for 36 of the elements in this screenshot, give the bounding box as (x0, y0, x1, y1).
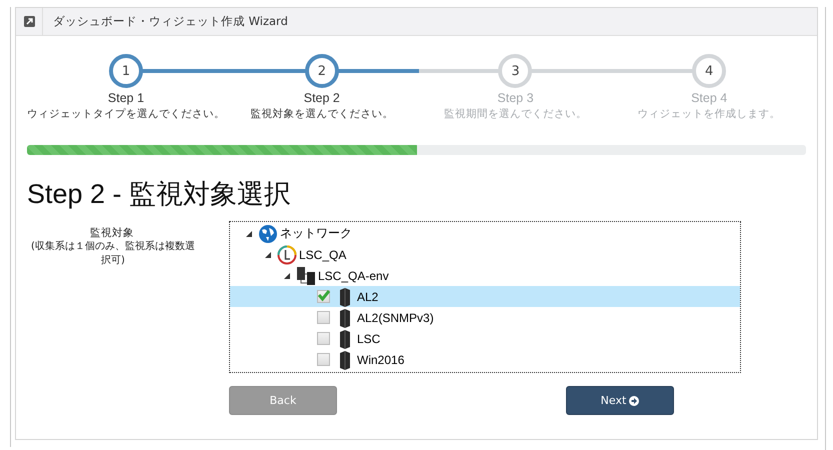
next-button[interactable]: Next (566, 386, 674, 415)
tree-row[interactable]: AL2(SNMPv3) (230, 307, 740, 328)
checkbox[interactable] (317, 332, 330, 345)
arrow-right-icon (629, 396, 640, 406)
tree-row[interactable]: ネットワーク (230, 223, 740, 244)
tree-row[interactable]: LSC_QA-env (230, 265, 740, 286)
step-label: Step 1 (108, 91, 144, 105)
page-heading: Step 2 - 監視対象選択 (27, 178, 292, 211)
tree-row[interactable]: Win2016 (230, 349, 740, 370)
checkbox[interactable] (317, 311, 330, 324)
field-label: 監視対象 (89, 226, 134, 240)
step-circle: 3 (498, 54, 532, 88)
step-label: Step 3 (497, 91, 534, 105)
step-description: 監視対象を選んでください。 (250, 107, 394, 121)
checkbox[interactable] (317, 290, 330, 303)
step-label: Step 2 (304, 91, 340, 105)
globe-icon (258, 224, 278, 244)
collapse-icon[interactable] (265, 252, 271, 258)
clock-icon (277, 244, 297, 264)
step-description: 監視期間を選んでください。 (444, 107, 587, 121)
servers-icon (296, 266, 316, 286)
tree-row[interactable]: LSC (230, 328, 740, 349)
tree-row[interactable]: LSC_QA (230, 244, 740, 265)
collapse-icon[interactable] (284, 272, 290, 278)
step-circle: 2 (304, 54, 339, 88)
window-title: ダッシュボード・ウィジェット作成 Wizard (53, 14, 288, 29)
tree-row[interactable]: AL2 (230, 286, 740, 307)
step-circle: 1 (109, 54, 143, 88)
step-description: ウィジェットタイプを選んでください。 (27, 107, 225, 121)
step-label: Step 4 (691, 91, 728, 105)
field-note: (収集系は１個のみ、監視系は複数選択可) (30, 240, 196, 268)
step-description: ウィジェットを作成します。 (638, 107, 781, 121)
checkbox[interactable] (317, 353, 330, 366)
step-circle: 4 (692, 54, 726, 88)
collapse-icon[interactable] (246, 230, 252, 236)
external-link-icon[interactable] (24, 16, 34, 27)
